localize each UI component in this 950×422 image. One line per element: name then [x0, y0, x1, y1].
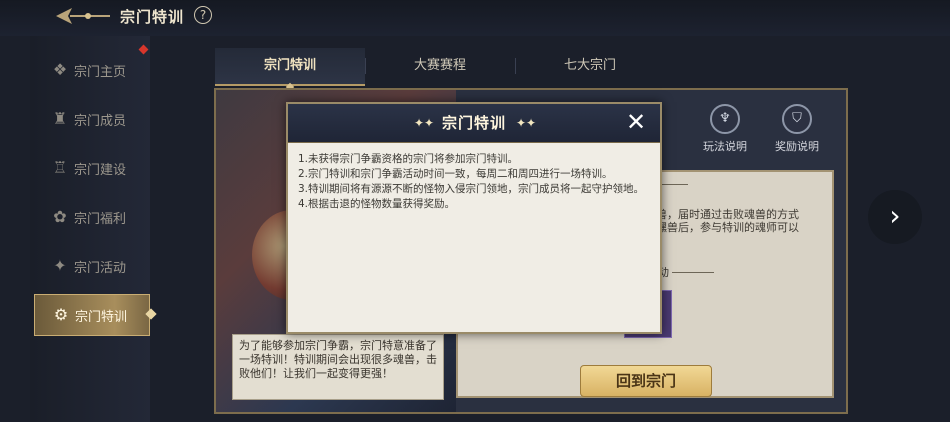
dialog-header: ✦✦ 宗门特训 ✦✦ ✕ — [288, 104, 660, 143]
sidebar-item-label: 宗门建设 — [74, 162, 127, 178]
tab-training[interactable]: 宗门特训 — [215, 48, 365, 92]
gameplay-icon: ♆ — [710, 104, 740, 134]
sidebar-item-training[interactable]: ⚙ 宗门特训 — [34, 294, 157, 336]
members-icon: ♜ — [52, 109, 68, 128]
sidebar-item-label: 宗门特训 — [75, 309, 128, 325]
reward-icon: ⛉ — [782, 104, 812, 134]
tab-bar: 宗门特训 大赛赛程 七大宗门 — [215, 48, 695, 92]
rule-item: 2.宗门特训和宗门争霸活动时间一致，每周二和周四进行一场特训。 — [298, 168, 613, 180]
construction-icon: ♖ — [52, 158, 68, 177]
activities-icon: ✦ — [53, 256, 67, 275]
rule-item: 3.特训期间将有源源不断的怪物入侵宗门领地，宗门成员将一起守护领地。 — [298, 183, 645, 195]
sparkle-icon: ✦✦ — [516, 116, 537, 130]
next-page-arrow-icon[interactable]: › — [868, 190, 922, 244]
sidebar-item-home[interactable]: ❖ 宗门主页 — [34, 44, 150, 90]
sidebar: ❖ 宗门主页 ♜ 宗门成员 ♖ 宗门建设 ✿ 宗门福利 ✦ 宗门活动 ⚙ 宗门特… — [30, 36, 157, 422]
tab-label: 宗门特训 — [263, 58, 316, 73]
sidebar-item-activities[interactable]: ✦ 宗门活动 — [34, 246, 150, 286]
tab-label: 大赛赛程 — [413, 58, 466, 73]
back-arrow-icon[interactable] — [52, 6, 112, 26]
close-icon[interactable]: ✕ — [624, 110, 648, 135]
info-text-fragment: 兽，届时通过击败魂兽的方式 嘿兽后，参与特训的魂师可以 — [656, 208, 799, 234]
tab-schedule[interactable]: 大赛赛程 — [365, 48, 515, 84]
rule-item: 1.未获得宗门争霸资格的宗门将参加宗门特训。 — [298, 153, 519, 165]
sidebar-item-construction[interactable]: ♖ 宗门建设 — [34, 148, 150, 188]
rule-item: 4.根据击退的怪物数量获得奖励。 — [298, 198, 456, 210]
notification-dot — [138, 44, 149, 55]
reward-label: 奖励说明 — [775, 140, 819, 153]
sidebar-item-label: 宗门福利 — [74, 211, 127, 227]
gameplay-label: 玩法说明 — [703, 140, 747, 153]
dialog-title: 宗门特训 — [441, 114, 506, 132]
training-icon: ⚙ — [53, 305, 69, 324]
page-title: 宗门特训 — [120, 8, 185, 26]
npc-speech-bubble: 为了能够参加宗门争霸，宗门特意准备了一场特训！特训期间会出现很多魂兽，击败他们！… — [232, 334, 444, 400]
gameplay-info-button[interactable]: ♆ 玩法说明 — [690, 104, 760, 154]
tab-seven-sects[interactable]: 七大宗门 — [515, 48, 665, 84]
tab-label: 七大宗门 — [563, 58, 616, 73]
active-indicator — [145, 308, 157, 320]
sidebar-item-members[interactable]: ♜ 宗门成员 — [34, 99, 150, 139]
rules-list: 1.未获得宗门争霸资格的宗门将参加宗门特训。 2.宗门特训和宗门争霸活动时间一致… — [298, 152, 654, 212]
home-icon: ❖ — [52, 60, 68, 79]
sidebar-item-welfare[interactable]: ✿ 宗门福利 — [34, 197, 150, 237]
rules-dialog: ✦✦ 宗门特训 ✦✦ ✕ 1.未获得宗门争霸资格的宗门将参加宗门特训。 2.宗门… — [286, 102, 662, 334]
welfare-icon: ✿ — [53, 207, 67, 226]
help-icon[interactable]: ? — [194, 6, 212, 24]
sidebar-item-label: 宗门主页 — [74, 64, 127, 80]
sidebar-item-label: 宗门活动 — [74, 260, 127, 276]
top-bar: 宗门特训 ? — [0, 0, 950, 36]
sidebar-item-label: 宗门成员 — [74, 113, 127, 129]
return-to-sect-button[interactable]: 回到宗门 — [580, 365, 712, 397]
reward-info-button[interactable]: ⛉ 奖励说明 — [762, 104, 832, 154]
divider-line — [672, 272, 714, 273]
